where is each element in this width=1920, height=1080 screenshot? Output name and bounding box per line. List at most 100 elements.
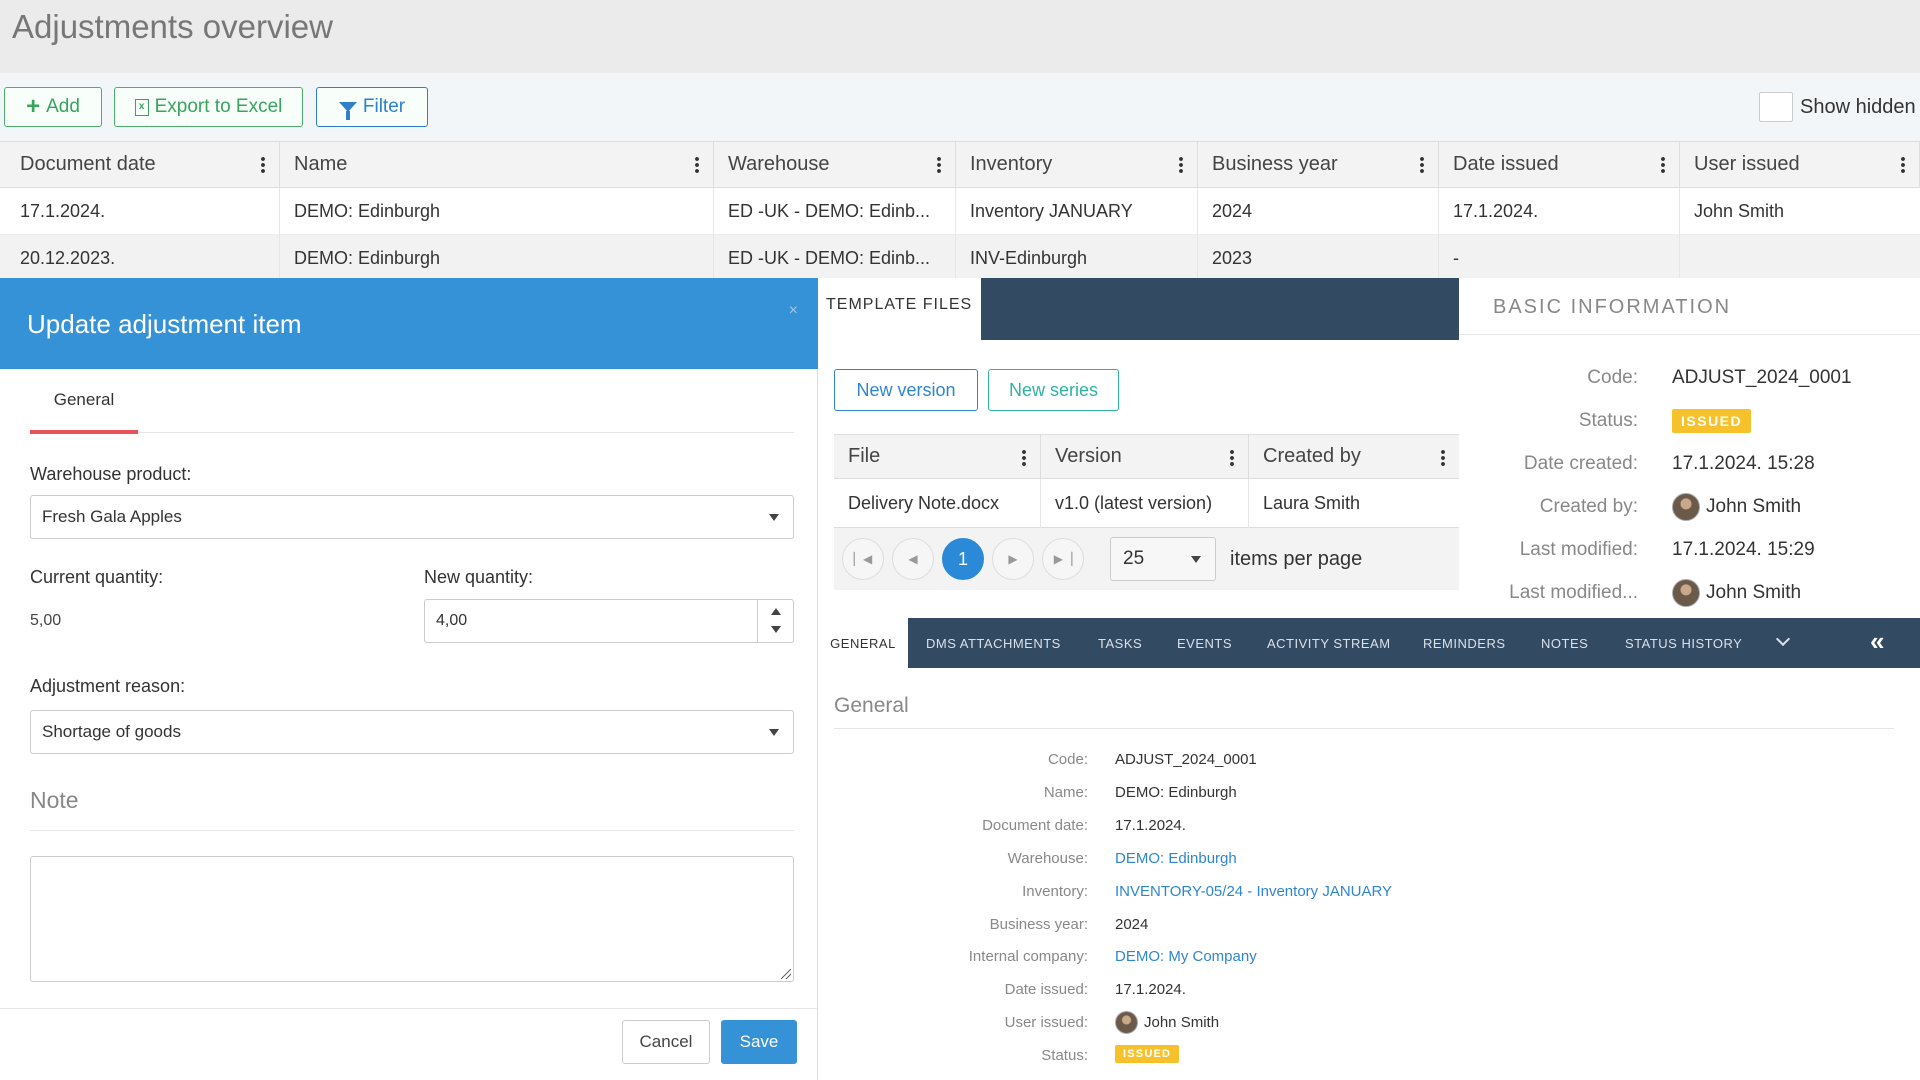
adjustment-reason-select[interactable]: Shortage of goods (30, 710, 794, 754)
column-menu-icon[interactable] (261, 156, 265, 174)
show-hidden-checkbox[interactable] (1759, 92, 1793, 122)
code-value: ADJUST_2024_0001 (1672, 367, 1852, 388)
column-header-file[interactable]: File (834, 435, 1041, 478)
detail-document-date-label: Document date: (982, 817, 1088, 834)
column-header-business-year[interactable]: Business year (1198, 142, 1439, 187)
collapse-icon[interactable]: « (1870, 626, 1884, 657)
plus-icon: + (26, 93, 41, 120)
last-modified-label: Last modified: (1519, 539, 1638, 560)
items-per-page-label: items per page (1230, 548, 1363, 570)
toolbar: + Add x Export to Excel Filter (0, 73, 1920, 141)
detail-document-date-value: 17.1.2024. (1115, 817, 1186, 834)
table-cell: v1.0 (latest version) (1041, 479, 1249, 528)
status-label: Status: (1578, 410, 1638, 431)
new-quantity-input[interactable]: 4,00 (424, 599, 794, 643)
detail-warehouse-link[interactable]: DEMO: Edinburgh (1115, 850, 1237, 867)
first-page-icon[interactable]: ▏◀ (842, 538, 884, 580)
general-section-title: General (834, 694, 909, 717)
tab-general[interactable]: General (30, 390, 138, 432)
adjustment-reason-value: Shortage of goods (42, 722, 181, 741)
detail-status-value: ISSUED (1115, 1045, 1180, 1063)
avatar (1115, 1011, 1138, 1034)
column-header-version[interactable]: Version (1041, 435, 1249, 478)
prev-page-icon[interactable]: ◀ (892, 538, 934, 580)
new-series-button[interactable]: New series (988, 369, 1119, 411)
filter-button[interactable]: Filter (316, 87, 428, 127)
table-cell: 17.1.2024. (6, 188, 280, 235)
column-header-created-by[interactable]: Created by (1249, 435, 1459, 478)
tab-notes[interactable]: NOTES (1541, 618, 1588, 668)
detail-business-year-value: 2024 (1115, 916, 1149, 933)
table-cell: DEMO: Edinburgh (280, 235, 714, 282)
dialog-header: Update adjustment item × (0, 278, 818, 369)
column-header-document-date[interactable]: Document date (6, 142, 280, 187)
next-page-icon[interactable]: ▶ (992, 538, 1034, 580)
column-menu-icon[interactable] (1901, 156, 1905, 174)
user-issued-name: John Smith (1144, 1014, 1220, 1031)
chevron-down-icon[interactable] (1775, 631, 1791, 647)
column-menu-icon[interactable] (1022, 449, 1026, 467)
last-modified-by-label: Last modified... (1509, 582, 1638, 603)
column-menu-icon[interactable] (695, 156, 699, 174)
tab-events[interactable]: EVENTS (1177, 618, 1232, 668)
table-cell: DEMO: Edinburgh (280, 188, 714, 235)
table-row[interactable]: 20.12.2023. DEMO: Edinburgh ED -UK - DEM… (0, 235, 1920, 282)
column-menu-icon[interactable] (1441, 449, 1445, 467)
table-row[interactable]: 17.1.2024. DEMO: Edinburgh ED -UK - DEMO… (0, 188, 1920, 235)
warehouse-product-select[interactable]: Fresh Gala Apples (30, 495, 794, 539)
export-button-label: Export to Excel (154, 96, 283, 117)
table-cell: INV-Edinburgh (956, 235, 1198, 282)
detail-internal-company-label: Internal company: (968, 948, 1088, 965)
resize-handle-icon[interactable] (781, 969, 791, 979)
table-cell (1680, 235, 1920, 282)
caret-up-icon[interactable] (771, 608, 781, 615)
close-icon[interactable]: × (789, 302, 798, 320)
page-title: Adjustments overview (12, 8, 333, 45)
new-version-button[interactable]: New version (834, 369, 978, 411)
avatar (1672, 493, 1700, 521)
column-header-date-issued[interactable]: Date issued (1439, 142, 1680, 187)
table-cell: ED -UK - DEMO: Edinb... (714, 188, 956, 235)
detail-name-label: Name: (1043, 784, 1088, 801)
caret-down-icon[interactable] (771, 626, 781, 633)
detail-internal-company-link[interactable]: DEMO: My Company (1115, 948, 1257, 965)
detail-inventory-link[interactable]: INVENTORY-05/24 - Inventory JANUARY (1115, 883, 1392, 900)
grid-header: Document date Name Warehouse Inventory B… (0, 141, 1920, 188)
page-1-button[interactable]: 1 (942, 538, 984, 580)
overview-header: Adjustments overview (0, 0, 1920, 73)
column-menu-icon[interactable] (937, 156, 941, 174)
cancel-button[interactable]: Cancel (622, 1020, 710, 1064)
tab-activity-stream[interactable]: ACTIVITY STREAM (1267, 618, 1391, 668)
column-header-user-issued[interactable]: User issued (1680, 142, 1920, 187)
quantity-stepper[interactable] (757, 600, 793, 642)
new-quantity-value: 4,00 (436, 612, 468, 629)
tab-template-files[interactable]: TEMPLATE FILES (818, 278, 981, 340)
last-page-icon[interactable]: ▶▕ (1042, 538, 1084, 580)
column-menu-icon[interactable] (1179, 156, 1183, 174)
table-row[interactable]: Delivery Note.docx v1.0 (latest version)… (834, 479, 1459, 528)
pager: ▏◀ ◀ 1 ▶ ▶▕ 25 items per page (834, 528, 1459, 590)
table-cell: 20.12.2023. (6, 235, 280, 282)
detail-code-value: ADJUST_2024_0001 (1115, 751, 1257, 768)
tab-reminders[interactable]: REMINDERS (1423, 618, 1506, 668)
note-textarea[interactable] (30, 856, 794, 982)
tab-status-history[interactable]: STATUS HISTORY (1625, 618, 1742, 668)
add-button[interactable]: + Add (4, 87, 102, 127)
tab-general-detail[interactable]: GENERAL (818, 618, 908, 668)
export-to-excel-button[interactable]: x Export to Excel (114, 87, 303, 127)
detail-user-issued-value: John Smith (1115, 1011, 1219, 1034)
column-header-warehouse[interactable]: Warehouse (714, 142, 956, 187)
page-size-select[interactable]: 25 (1110, 537, 1216, 581)
tab-dms-attachments[interactable]: DMS ATTACHMENTS (926, 618, 1061, 668)
column-menu-icon[interactable] (1230, 449, 1234, 467)
column-menu-icon[interactable] (1420, 156, 1424, 174)
save-button[interactable]: Save (721, 1020, 797, 1064)
detail-code-label: Code: (1047, 751, 1088, 768)
warehouse-product-value: Fresh Gala Apples (42, 507, 182, 526)
column-menu-icon[interactable] (1661, 156, 1665, 174)
column-header-inventory[interactable]: Inventory (956, 142, 1198, 187)
table-cell: ED -UK - DEMO: Edinb... (714, 235, 956, 282)
date-created-label: Date created: (1523, 453, 1638, 474)
tab-tasks[interactable]: TASKS (1098, 618, 1142, 668)
column-header-name[interactable]: Name (280, 142, 714, 187)
